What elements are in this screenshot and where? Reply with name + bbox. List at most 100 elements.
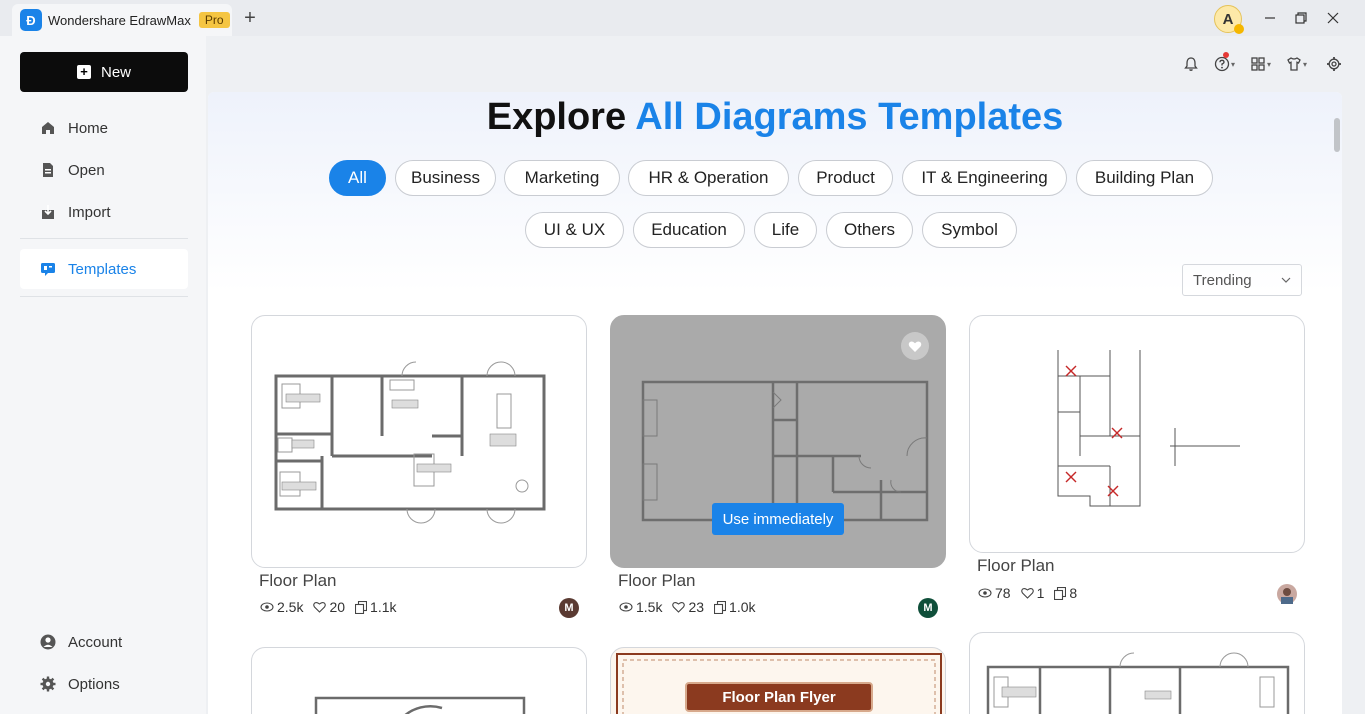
likes-count: 20 (329, 599, 346, 615)
minimize-button[interactable] (1260, 8, 1280, 28)
import-icon (40, 204, 56, 220)
app-tab[interactable]: Ð Wondershare EdrawMax Pro (12, 4, 232, 36)
favorite-button[interactable] (901, 332, 929, 360)
home-icon (40, 120, 56, 136)
sidebar-item-home[interactable]: Home (20, 108, 188, 148)
template-card[interactable] (969, 315, 1305, 553)
category-chip-ui-ux[interactable]: UI & UX (525, 212, 624, 248)
notifications-button[interactable] (1183, 54, 1199, 74)
copies-stat: 1.1k (355, 599, 397, 615)
gear-icon (40, 676, 56, 692)
heart-outline-icon (313, 601, 327, 613)
user-avatar[interactable]: A (1214, 5, 1244, 34)
sidebar-item-label: Open (68, 161, 105, 179)
page-title-plain: Explore (486, 96, 627, 138)
author-photo-icon (1281, 588, 1293, 604)
floor-plan-thumbnail (1057, 350, 1240, 507)
eye-icon (619, 602, 633, 612)
sidebar-item-open[interactable]: Open (20, 150, 188, 190)
author-avatar[interactable] (1277, 584, 1297, 604)
heart-outline-icon (672, 601, 686, 613)
help-icon (1214, 56, 1230, 72)
likes-stat: 1 (1020, 585, 1045, 601)
sidebar-divider (20, 296, 188, 297)
sidebar: + New Home Open Import Templates Account (0, 36, 206, 714)
template-card[interactable]: Use immediately (610, 315, 946, 568)
minimize-icon (1265, 17, 1275, 19)
theme-button[interactable]: ▾ (1286, 54, 1307, 74)
templates-icon (40, 261, 56, 277)
template-card[interactable] (969, 632, 1305, 714)
copies-stat: 8 (1054, 585, 1077, 601)
card-stats: 1.5k 23 1.0k (619, 599, 766, 615)
new-button-label: New (100, 63, 131, 81)
category-chip-marketing[interactable]: Marketing (504, 160, 620, 196)
close-button[interactable] (1323, 8, 1343, 28)
sidebar-item-label: Options (68, 675, 120, 693)
notification-dot (1223, 52, 1230, 58)
views-stat: 78 (978, 585, 1011, 601)
copies-stat: 1.0k (714, 599, 756, 615)
sidebar-item-options[interactable]: Options (20, 664, 188, 704)
sort-dropdown[interactable]: Trending (1182, 264, 1302, 296)
scrollbar-thumb[interactable] (1334, 118, 1340, 152)
eye-icon (260, 602, 274, 612)
account-icon (40, 634, 56, 650)
copies-count: 1.0k (729, 599, 756, 615)
category-chip-hr-operation[interactable]: HR & Operation (628, 160, 789, 196)
heart-outline-icon (1020, 587, 1034, 599)
category-chip-symbol[interactable]: Symbol (922, 212, 1017, 248)
floor-plan-thumbnail (986, 652, 1290, 714)
author-avatar[interactable]: M (918, 598, 938, 618)
sidebar-item-label: Import (68, 203, 111, 221)
card-title[interactable]: Floor Plan (977, 556, 1054, 576)
templates-panel: Explore All Diagrams Templates All Busin… (208, 92, 1342, 714)
views-stat: 1.5k (619, 599, 662, 615)
card-title[interactable]: Floor Plan (618, 571, 695, 591)
apps-button[interactable]: ▾ (1250, 54, 1271, 74)
views-count: 78 (995, 585, 1011, 601)
template-card[interactable]: Floor Plan Flyer (610, 647, 946, 714)
views-stat: 2.5k (260, 599, 303, 615)
sidebar-item-import[interactable]: Import (20, 192, 188, 232)
category-chip-building-plan[interactable]: Building Plan (1076, 160, 1213, 196)
page-title: Explore All Diagrams Templates (208, 96, 1342, 139)
template-card[interactable] (251, 315, 587, 568)
copy-icon (714, 600, 727, 614)
category-chip-business[interactable]: Business (395, 160, 496, 196)
settings-icon (1327, 57, 1341, 71)
flyer-title: Floor Plan Flyer (685, 682, 873, 712)
template-card[interactable] (251, 647, 587, 714)
chevron-down-icon (1281, 277, 1291, 283)
heart-icon (908, 341, 922, 352)
category-chip-all[interactable]: All (329, 160, 386, 196)
category-chip-it-engineering[interactable]: IT & Engineering (902, 160, 1067, 196)
category-chip-product[interactable]: Product (798, 160, 893, 196)
sidebar-divider (20, 238, 188, 239)
eye-icon (978, 588, 992, 598)
category-chip-others[interactable]: Others (826, 212, 913, 248)
title-bar: Ð Wondershare EdrawMax Pro + A (0, 0, 1365, 36)
category-chip-life[interactable]: Life (754, 212, 817, 248)
author-avatar[interactable]: M (559, 598, 579, 618)
sidebar-item-account[interactable]: Account (20, 622, 188, 662)
likes-count: 23 (688, 599, 705, 615)
card-title[interactable]: Floor Plan (259, 571, 336, 591)
help-button[interactable]: ▾ (1214, 52, 1235, 74)
use-immediately-button[interactable]: Use immediately (712, 503, 844, 535)
file-icon (40, 162, 56, 178)
sidebar-item-templates[interactable]: Templates (20, 249, 188, 289)
card-stats: 78 1 8 (978, 585, 1087, 601)
close-icon (1327, 12, 1339, 24)
category-chip-education[interactable]: Education (633, 212, 745, 248)
new-tab-button[interactable]: + (240, 8, 260, 28)
apps-icon (1251, 57, 1265, 71)
new-button[interactable]: + New (20, 52, 188, 92)
sidebar-item-label: Home (68, 119, 109, 137)
card-stats: 2.5k 20 1.1k (260, 599, 407, 615)
sidebar-item-label: Account (68, 633, 123, 651)
likes-stat: 23 (672, 599, 704, 615)
settings-button[interactable] (1326, 54, 1342, 74)
likes-count: 1 (1036, 585, 1045, 601)
maximize-button[interactable] (1291, 8, 1311, 28)
